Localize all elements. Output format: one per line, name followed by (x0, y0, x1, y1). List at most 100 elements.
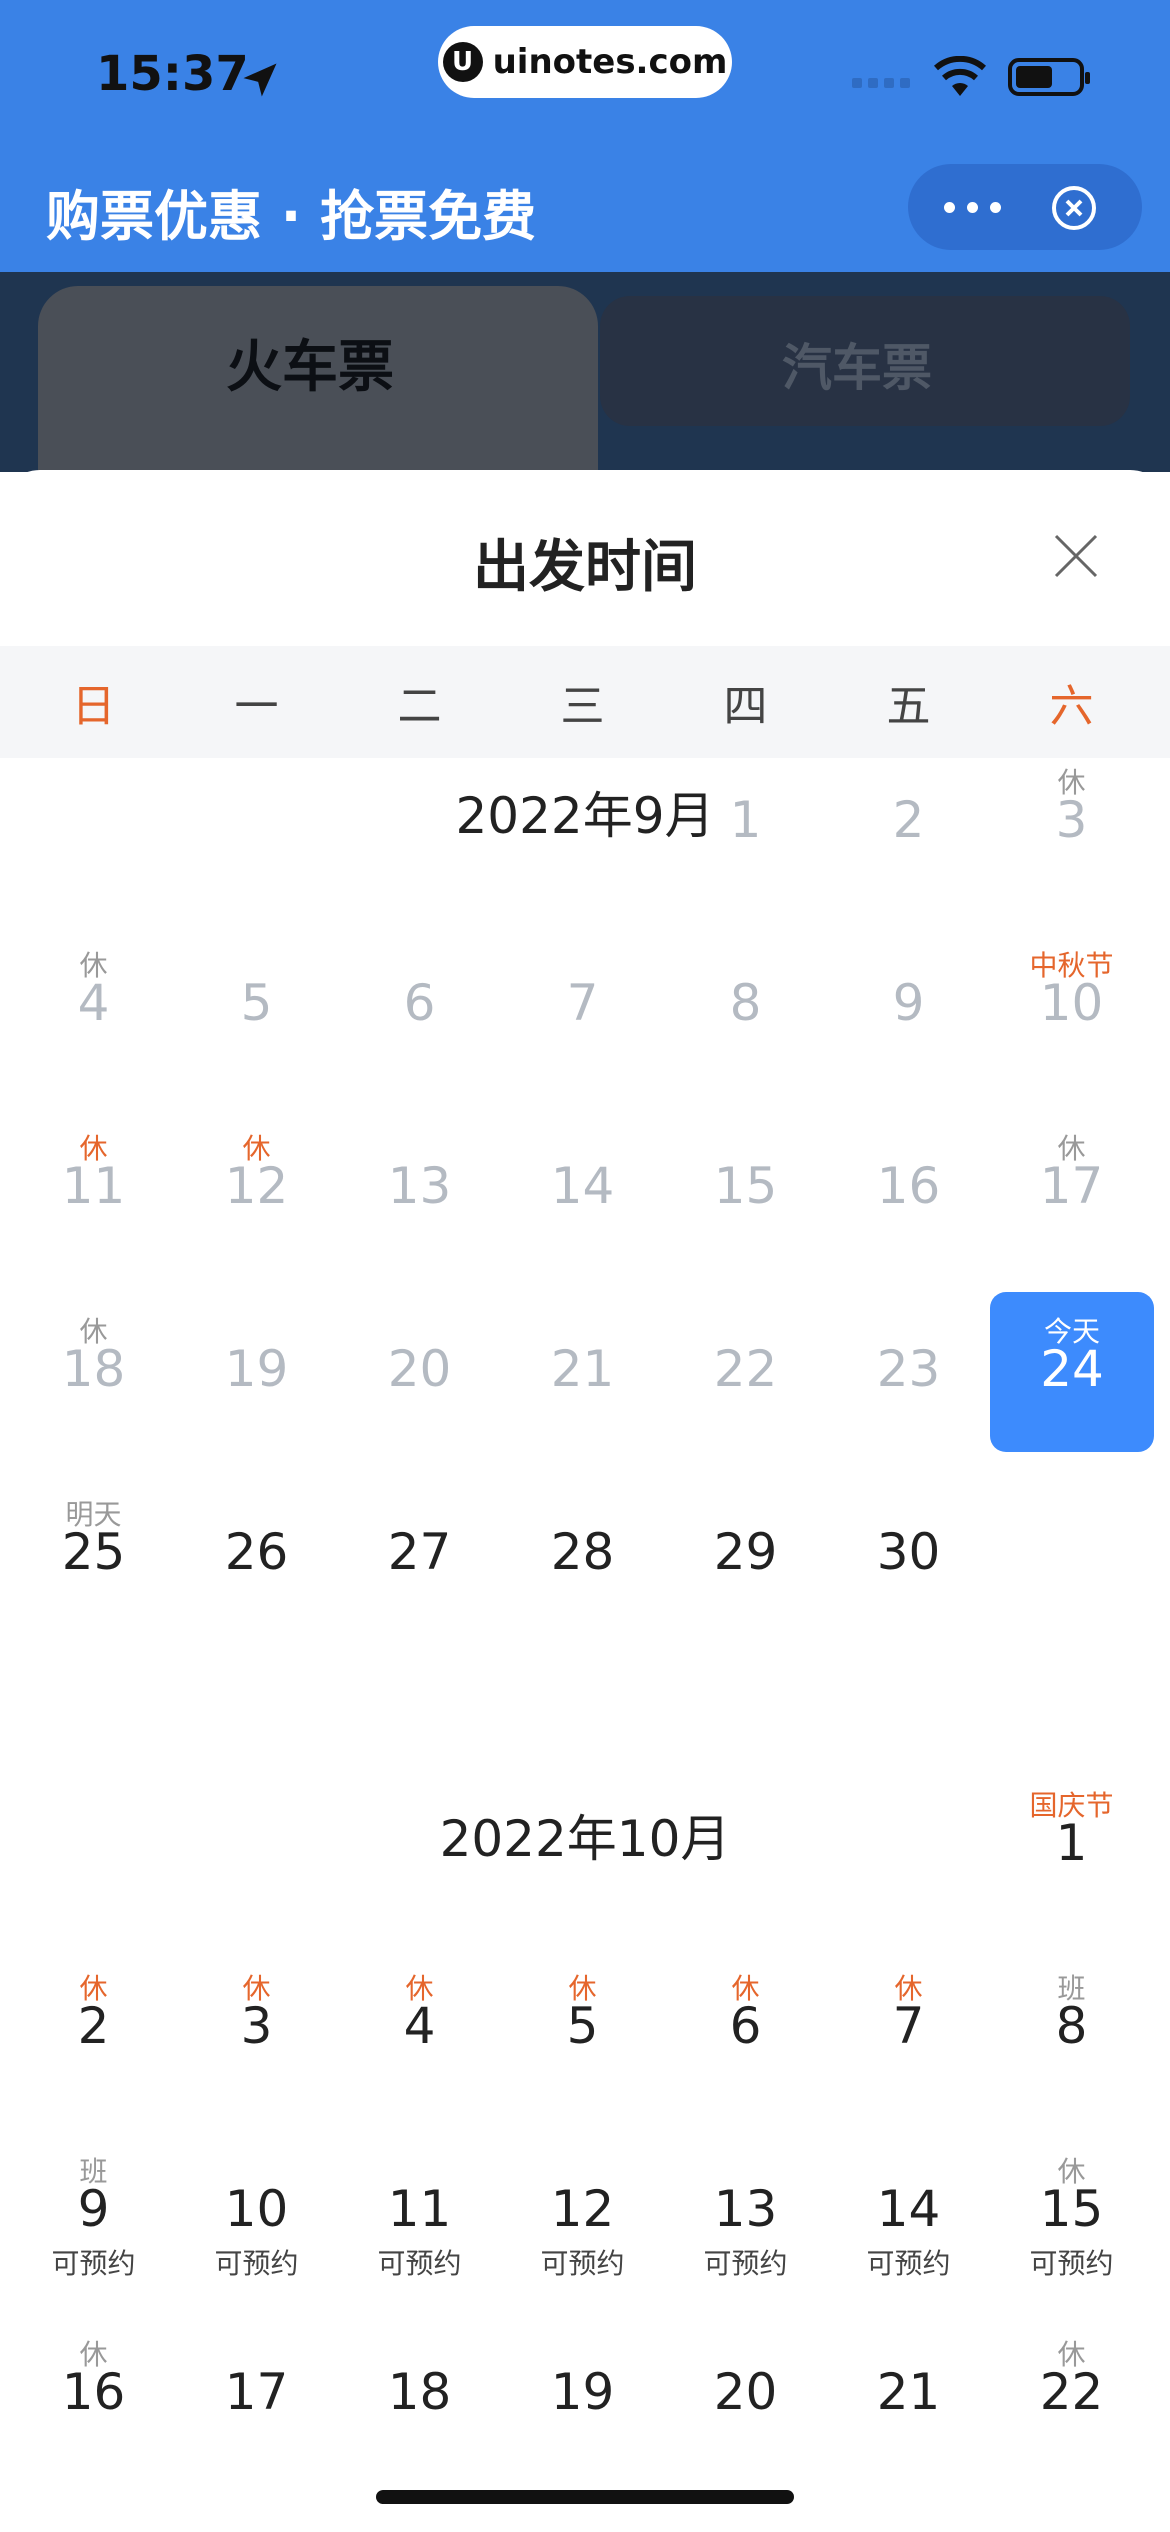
day-number: 18 (387, 2363, 452, 2421)
url-pill[interactable]: U uinotes.com (438, 26, 732, 98)
calendar-day: 14 (501, 1109, 664, 1269)
close-circle-icon[interactable] (1050, 184, 1098, 232)
calendar-day[interactable]: 休2 (12, 1949, 175, 2109)
day-number: 22 (713, 1340, 778, 1398)
weekday-label: 五 (886, 681, 931, 732)
calendar-day[interactable]: 29 (664, 1475, 827, 1635)
calendar-day: 9 (827, 926, 990, 1086)
mini-program-capsule (908, 164, 1142, 250)
calendar-day[interactable]: 班 9 可预约 (12, 2132, 175, 2292)
calendar-day: 休 17 (990, 1109, 1153, 1269)
day-number: 7 (892, 1997, 925, 2055)
day-availability: 可预约 (214, 2247, 299, 2280)
day-number: 13 (387, 1157, 452, 1215)
weekday-label: 一 (234, 681, 279, 732)
day-availability: 可预约 (866, 2247, 951, 2280)
day-number: 6 (729, 1997, 762, 2055)
day-number: 7 (566, 974, 599, 1032)
calendar-day[interactable]: 休 16 (12, 2315, 175, 2475)
calendar-day: 5 (175, 926, 338, 1086)
calendar-day[interactable]: 12 可预约 (501, 2132, 664, 2292)
day-number: 1 (729, 791, 762, 849)
day-number: 2 (77, 1997, 110, 2055)
day-number: 5 (240, 974, 273, 1032)
day-number: 17 (1039, 1157, 1104, 1215)
day-number: 27 (387, 1523, 452, 1581)
day-number: 20 (713, 2363, 778, 2421)
calendar-day: 15 (664, 1109, 827, 1269)
calendar-day[interactable]: 28 (501, 1475, 664, 1635)
page-title: 购票优惠 · 抢票免费 (46, 185, 537, 248)
calendar-day: 22 (664, 1292, 827, 1452)
day-number: 20 (387, 1340, 452, 1398)
calendar-day: 休 18 (12, 1292, 175, 1452)
calendar-day[interactable]: 休 15 可预约 (990, 2132, 1153, 2292)
day-number: 19 (224, 1340, 289, 1398)
day-number: 14 (550, 1157, 615, 1215)
calendar-day[interactable]: 27 (338, 1475, 501, 1635)
site-logo-icon: U (442, 42, 483, 82)
more-icon[interactable] (944, 202, 1024, 214)
calendar-day-today[interactable]: 今天 24 (990, 1292, 1154, 1452)
calendar-day: 2 (827, 743, 990, 903)
calendar-day[interactable]: 10 可预约 (175, 2132, 338, 2292)
location-arrow-icon (243, 63, 277, 97)
day-number: 14 (876, 2180, 941, 2238)
calendar-day[interactable]: 国庆节 1 (990, 1766, 1153, 1926)
day-number: 16 (61, 2363, 126, 2421)
day-number: 2 (892, 791, 925, 849)
calendar-day: 休4 (12, 926, 175, 1086)
day-number: 15 (713, 1157, 778, 1215)
calendar-day[interactable]: 19 (501, 2315, 664, 2475)
calendar-day[interactable]: 18 (338, 2315, 501, 2475)
calendar-day: 19 (175, 1292, 338, 1452)
calendar-day[interactable]: 11 可预约 (338, 2132, 501, 2292)
day-number: 21 (550, 1340, 615, 1398)
weekday-label: 六 (1049, 681, 1094, 732)
calendar-day[interactable]: 30 (827, 1475, 990, 1635)
calendar-day[interactable]: 21 (827, 2315, 990, 2475)
calendar-day: 16 (827, 1109, 990, 1269)
weekday-label: 二 (397, 681, 442, 732)
day-number: 15 (1039, 2180, 1104, 2238)
day-number: 10 (224, 2180, 289, 2238)
calendar-day[interactable]: 休6 (664, 1949, 827, 2109)
calendar-day[interactable]: 休 22 (990, 2315, 1153, 2475)
day-availability: 可预约 (703, 2247, 788, 2280)
calendar-day: 1 (664, 743, 827, 903)
weekday-label: 日 (71, 681, 116, 732)
day-number: 12 (224, 1157, 289, 1215)
calendar-day: 13 (338, 1109, 501, 1269)
home-indicator[interactable] (376, 2490, 794, 2504)
day-number: 11 (387, 2180, 452, 2238)
calendar-day[interactable]: 17 (175, 2315, 338, 2475)
calendar-day: 休 12 (175, 1109, 338, 1269)
day-number: 21 (876, 2363, 941, 2421)
calendar-day[interactable]: 休4 (338, 1949, 501, 2109)
day-number: 6 (403, 974, 436, 1032)
calendar-day[interactable]: 14 可预约 (827, 2132, 990, 2292)
day-availability: 可预约 (377, 2247, 462, 2280)
calendar-day: 休3 (990, 743, 1153, 903)
calendar-day[interactable]: 20 (664, 2315, 827, 2475)
calendar-day[interactable]: 明天 25 (12, 1475, 175, 1635)
weekday-label: 四 (723, 681, 768, 732)
battery-icon (1008, 58, 1090, 96)
day-number: 3 (240, 1997, 273, 2055)
day-number: 16 (876, 1157, 941, 1215)
calendar-day: 20 (338, 1292, 501, 1452)
calendar-day: 7 (501, 926, 664, 1086)
day-number: 4 (403, 1997, 436, 2055)
day-availability: 可预约 (51, 2247, 136, 2280)
sheet-title: 出发时间 (473, 535, 697, 600)
calendar-day[interactable]: 休5 (501, 1949, 664, 2109)
day-number: 13 (713, 2180, 778, 2238)
day-number: 17 (224, 2363, 289, 2421)
calendar-day[interactable]: 休3 (175, 1949, 338, 2109)
calendar-day[interactable]: 26 (175, 1475, 338, 1635)
calendar-day[interactable]: 班8 (990, 1949, 1153, 2109)
weekday-label: 三 (560, 681, 605, 732)
calendar-day[interactable]: 13 可预约 (664, 2132, 827, 2292)
close-icon[interactable] (1052, 532, 1100, 580)
calendar-day[interactable]: 休7 (827, 1949, 990, 2109)
